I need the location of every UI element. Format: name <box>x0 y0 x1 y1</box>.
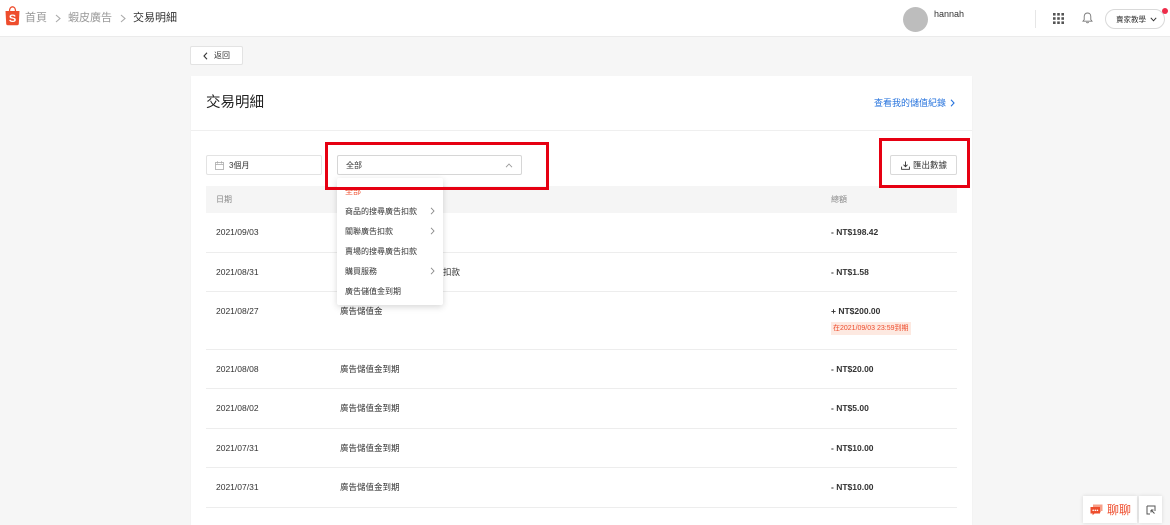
dropdown-option-label: 商品的搜尋廣告扣款 <box>345 206 417 216</box>
export-data-label: 匯出數據 <box>913 160 948 170</box>
download-icon <box>901 161 910 170</box>
svg-text:S: S <box>9 13 16 25</box>
row-date: 2021/07/31 <box>216 442 259 453</box>
row-total-cell: - NT$10.00 <box>821 468 957 507</box>
topbar-divider <box>1035 10 1036 28</box>
dropdown-option-label: 購買服務 <box>345 266 377 276</box>
chevron-right-icon <box>950 99 955 107</box>
breadcrumb-home[interactable]: 首頁 <box>25 11 47 25</box>
shopee-logo-icon[interactable]: S <box>5 6 20 26</box>
chevron-right-icon <box>430 227 435 235</box>
row-total-cell: - NT$5.00 <box>821 389 957 428</box>
seller-tutorial-button[interactable]: 賣家教學 <box>1105 9 1165 29</box>
minimize-icon <box>1146 505 1156 515</box>
export-data-button[interactable]: 匯出數據 <box>890 155 957 175</box>
chevron-left-icon <box>203 51 208 60</box>
chevron-right-icon <box>430 207 435 215</box>
header-divider <box>191 130 972 131</box>
row-description: 廣告儲值金到期 <box>340 403 400 413</box>
dropdown-option-purchase-services[interactable]: 購買服務 <box>337 261 443 281</box>
chat-label: 聊聊 <box>1107 503 1132 517</box>
row-date: 2021/08/08 <box>216 363 259 374</box>
chat-icon <box>1090 504 1103 516</box>
table-row: 2021/07/31 廣告儲值金到期 - NT$10.00 <box>206 468 957 508</box>
row-date: 2021/08/31 <box>216 266 259 277</box>
table-row: 2021/07/31 廣告儲值金到期 - NT$10.00 <box>206 429 957 468</box>
dropdown-option-label: 賣場的搜尋廣告扣款 <box>345 246 417 256</box>
transaction-type-value: 全部 <box>346 160 362 170</box>
chevron-right-icon <box>120 14 126 23</box>
expiry-badge: 在2021/09/03 23:59到期 <box>831 322 911 335</box>
back-label: 返回 <box>214 51 230 60</box>
row-total: - NT$198.42 <box>831 227 879 237</box>
bell-icon[interactable] <box>1082 12 1093 24</box>
seller-tutorial-label: 賣家教學 <box>1116 14 1146 24</box>
apps-grid-icon[interactable] <box>1053 13 1064 24</box>
row-total: - NT$5.00 <box>831 403 869 413</box>
calendar-icon <box>215 160 224 170</box>
row-date: 2021/08/02 <box>216 403 259 413</box>
row-description: 廣告儲值金到期 <box>340 442 400 453</box>
dropdown-option-product-search-ads[interactable]: 商品的搜尋廣告扣款 <box>337 201 443 221</box>
row-total: - NT$10.00 <box>831 482 874 492</box>
chevron-right-icon <box>55 14 61 23</box>
dropdown-option-label: 廣告儲值金到期 <box>345 286 401 296</box>
transactions-table: 日期 總額 2021/09/03 - NT$198.42 2021/08/31 … <box>206 186 957 508</box>
row-total: - NT$1.58 <box>831 266 869 277</box>
date-range-picker[interactable]: 3個月 <box>206 155 322 175</box>
transaction-type-dropdown: 全部 商品的搜尋廣告扣款 關聯廣告扣款 賣場的搜尋廣告扣款 購買服務 廣告儲值金… <box>337 178 443 305</box>
back-button[interactable]: 返回 <box>190 46 243 65</box>
table-row: 2021/08/02 廣告儲值金到期 - NT$5.00 <box>206 389 957 429</box>
row-total: - NT$20.00 <box>831 363 874 374</box>
row-total-cell: - NT$20.00 <box>821 350 957 389</box>
breadcrumb-shopee-ads[interactable]: 蝦皮廣告 <box>68 11 112 25</box>
transaction-type-select[interactable]: 全部 <box>337 155 522 175</box>
chevron-down-icon <box>1150 16 1157 22</box>
row-total: + NT$200.00 <box>831 306 881 316</box>
topup-history-link-label: 查看我的儲值紀錄 <box>873 98 946 108</box>
chevron-up-icon <box>505 162 513 168</box>
avatar[interactable] <box>903 7 928 32</box>
username[interactable]: hannah <box>934 9 964 20</box>
row-date: 2021/08/27 <box>216 306 259 316</box>
row-description: 廣告儲值金到期 <box>340 482 400 492</box>
row-total: - NT$10.00 <box>831 442 874 453</box>
column-header-date: 日期 <box>216 195 232 204</box>
transaction-details-card: 交易明細 查看我的儲值紀錄 3個月 全部 匯出數據 日期 總額 2021/09/… <box>191 76 972 525</box>
dropdown-option-shop-search-ads[interactable]: 賣場的搜尋廣告扣款 <box>337 241 443 261</box>
page-title: 交易明細 <box>206 95 264 111</box>
top-navigation-bar: S 首頁 蝦皮廣告 交易明細 hannah 賣家教學 <box>0 0 1170 37</box>
dropdown-option-label: 關聯廣告扣款 <box>345 226 393 236</box>
row-date: 2021/07/31 <box>216 482 259 492</box>
row-total-cell: - NT$10.00 <box>821 429 957 468</box>
dropdown-option-all[interactable]: 全部 <box>337 181 443 201</box>
row-total-cell: + NT$200.00 在2021/09/03 23:59到期 <box>821 292 957 349</box>
dropdown-option-discovery-ads[interactable]: 關聯廣告扣款 <box>337 221 443 241</box>
topup-history-link[interactable]: 查看我的儲值紀錄 <box>874 97 955 109</box>
row-date: 2021/09/03 <box>216 227 259 237</box>
dropdown-option-label: 全部 <box>345 186 361 196</box>
chevron-right-icon <box>430 267 435 275</box>
table-row: 2021/08/31 扣款 - NT$1.58 <box>206 253 957 292</box>
row-total-cell: - NT$1.58 <box>821 253 957 292</box>
breadcrumb: 首頁 蝦皮廣告 交易明細 <box>25 11 177 25</box>
table-row: 2021/08/27 廣告儲值金 + NT$200.00 在2021/09/03… <box>206 292 957 350</box>
table-row: 2021/09/03 - NT$198.42 <box>206 213 957 253</box>
notification-dot <box>1162 8 1168 14</box>
dropdown-option-ad-credit-expiry[interactable]: 廣告儲值金到期 <box>337 281 443 301</box>
row-total-cell: - NT$198.42 <box>821 213 957 252</box>
table-header: 日期 總額 <box>206 186 957 213</box>
column-header-total: 總額 <box>831 195 847 204</box>
chat-minimize-button[interactable] <box>1139 496 1162 523</box>
chat-button[interactable]: 聊聊 <box>1083 496 1137 523</box>
row-description: 廣告儲值金到期 <box>340 363 400 374</box>
date-range-value: 3個月 <box>229 160 250 170</box>
breadcrumb-current: 交易明細 <box>133 12 177 24</box>
table-row: 2021/08/08 廣告儲值金到期 - NT$20.00 <box>206 350 957 389</box>
